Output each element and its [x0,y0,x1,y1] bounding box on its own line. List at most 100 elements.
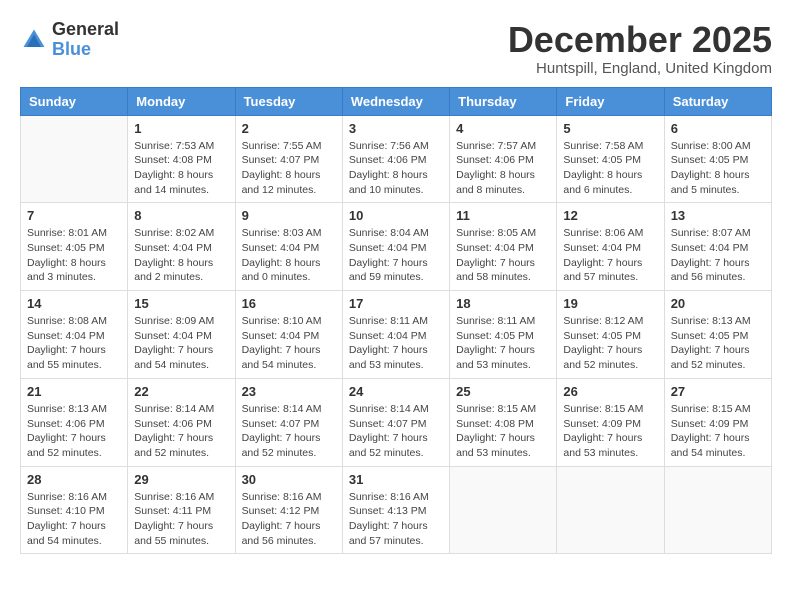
calendar-day-cell: 25 Sunrise: 8:15 AMSunset: 4:08 PMDayligh… [450,378,557,466]
day-number: 22 [134,384,228,399]
day-info: Sunrise: 8:09 AMSunset: 4:04 PMDaylight:… [134,314,228,373]
calendar-day-cell: 24 Sunrise: 8:14 AMSunset: 4:07 PMDayligh… [342,378,449,466]
day-number: 3 [349,121,443,136]
calendar-day-cell: 19 Sunrise: 8:12 AMSunset: 4:05 PMDayligh… [557,291,664,379]
calendar-day-cell: 21 Sunrise: 8:13 AMSunset: 4:06 PMDayligh… [21,378,128,466]
day-info: Sunrise: 8:14 AMSunset: 4:07 PMDaylight:… [349,402,443,461]
day-number: 28 [27,472,121,487]
day-number: 26 [563,384,657,399]
day-number: 5 [563,121,657,136]
day-info: Sunrise: 8:13 AMSunset: 4:06 PMDaylight:… [27,402,121,461]
day-number: 24 [349,384,443,399]
calendar-day-cell: 7Sunrise: 8:01 AMSunset: 4:05 PMDaylight… [21,203,128,291]
calendar-day-cell: 14 Sunrise: 8:08 AMSunset: 4:04 PMDayligh… [21,291,128,379]
calendar-day-cell: 2 Sunrise: 7:55 AMSunset: 4:07 PMDaylight… [235,115,342,203]
calendar-day-cell: 26 Sunrise: 8:15 AMSunset: 4:09 PMDayligh… [557,378,664,466]
day-info: Sunrise: 8:14 AMSunset: 4:07 PMDaylight:… [242,402,336,461]
day-number: 9 [242,208,336,223]
calendar-day-cell: 12 Sunrise: 8:06 AMSunset: 4:04 PMDayligh… [557,203,664,291]
day-number: 19 [563,296,657,311]
day-info: Sunrise: 8:16 AMSunset: 4:12 PMDaylight:… [242,490,336,549]
day-info: Sunrise: 8:11 AMSunset: 4:04 PMDaylight:… [349,314,443,373]
day-number: 4 [456,121,550,136]
day-number: 29 [134,472,228,487]
day-info: Sunrise: 7:56 AMSunset: 4:06 PMDaylight:… [349,139,443,198]
day-number: 25 [456,384,550,399]
column-header-friday: Friday [557,87,664,115]
day-info: Sunrise: 8:12 AMSunset: 4:05 PMDaylight:… [563,314,657,373]
calendar-day-cell: 11 Sunrise: 8:05 AMSunset: 4:04 PMDayligh… [450,203,557,291]
day-info: Sunrise: 8:16 AMSunset: 4:10 PMDaylight:… [27,490,121,549]
day-number: 16 [242,296,336,311]
calendar-day-cell: 31 Sunrise: 8:16 AMSunset: 4:13 PMDayligh… [342,466,449,554]
title-section: December 2025 Huntspill, England, United… [508,20,772,77]
calendar-day-cell: 10Sunrise: 8:04 AMSunset: 4:04 PMDayligh… [342,203,449,291]
calendar-day-cell: 20 Sunrise: 8:13 AMSunset: 4:05 PMDayligh… [664,291,771,379]
day-info: Sunrise: 8:10 AMSunset: 4:04 PMDaylight:… [242,314,336,373]
day-info: Sunrise: 8:00 AMSunset: 4:05 PMDaylight:… [671,139,765,198]
calendar-week-row: 14 Sunrise: 8:08 AMSunset: 4:04 PMDayligh… [21,291,772,379]
calendar-day-cell: 9Sunrise: 8:03 AMSunset: 4:04 PMDaylight… [235,203,342,291]
day-info: Sunrise: 8:06 AMSunset: 4:04 PMDaylight:… [563,226,657,285]
calendar-day-cell: 22Sunrise: 8:14 AMSunset: 4:06 PMDayligh… [128,378,235,466]
column-header-tuesday: Tuesday [235,87,342,115]
day-info: Sunrise: 7:55 AMSunset: 4:07 PMDaylight:… [242,139,336,198]
day-number: 6 [671,121,765,136]
day-info: Sunrise: 8:08 AMSunset: 4:04 PMDaylight:… [27,314,121,373]
day-number: 13 [671,208,765,223]
calendar-day-cell: 23Sunrise: 8:14 AMSunset: 4:07 PMDayligh… [235,378,342,466]
day-info: Sunrise: 8:16 AMSunset: 4:11 PMDaylight:… [134,490,228,549]
day-info: Sunrise: 8:11 AMSunset: 4:05 PMDaylight:… [456,314,550,373]
column-header-monday: Monday [128,87,235,115]
calendar-day-cell [21,115,128,203]
day-number: 8 [134,208,228,223]
day-number: 2 [242,121,336,136]
day-number: 21 [27,384,121,399]
column-header-saturday: Saturday [664,87,771,115]
calendar-day-cell: 1Sunrise: 7:53 AMSunset: 4:08 PMDaylight… [128,115,235,203]
calendar-day-cell: 17Sunrise: 8:11 AMSunset: 4:04 PMDayligh… [342,291,449,379]
calendar-day-cell: 15Sunrise: 8:09 AMSunset: 4:04 PMDayligh… [128,291,235,379]
column-header-sunday: Sunday [21,87,128,115]
calendar-day-cell: 3 Sunrise: 7:56 AMSunset: 4:06 PMDaylight… [342,115,449,203]
day-number: 11 [456,208,550,223]
logo-icon [20,26,48,54]
calendar-week-row: 28 Sunrise: 8:16 AMSunset: 4:10 PMDayligh… [21,466,772,554]
month-title: December 2025 [508,20,772,60]
day-info: Sunrise: 8:15 AMSunset: 4:08 PMDaylight:… [456,402,550,461]
calendar-day-cell: 28 Sunrise: 8:16 AMSunset: 4:10 PMDayligh… [21,466,128,554]
calendar-day-cell: 18 Sunrise: 8:11 AMSunset: 4:05 PMDayligh… [450,291,557,379]
calendar-day-cell: 27 Sunrise: 8:15 AMSunset: 4:09 PMDayligh… [664,378,771,466]
day-info: Sunrise: 8:01 AMSunset: 4:05 PMDaylight:… [27,226,121,285]
calendar-day-cell [450,466,557,554]
day-info: Sunrise: 7:58 AMSunset: 4:05 PMDaylight:… [563,139,657,198]
calendar-day-cell: 30 Sunrise: 8:16 AMSunset: 4:12 PMDayligh… [235,466,342,554]
day-info: Sunrise: 8:15 AMSunset: 4:09 PMDaylight:… [671,402,765,461]
logo-blue-text: Blue [52,40,119,60]
day-number: 20 [671,296,765,311]
day-info: Sunrise: 8:07 AMSunset: 4:04 PMDaylight:… [671,226,765,285]
day-number: 30 [242,472,336,487]
day-info: Sunrise: 8:05 AMSunset: 4:04 PMDaylight:… [456,226,550,285]
calendar-week-row: 7Sunrise: 8:01 AMSunset: 4:05 PMDaylight… [21,203,772,291]
day-info: Sunrise: 7:53 AMSunset: 4:08 PMDaylight:… [134,139,228,198]
day-number: 12 [563,208,657,223]
location-subtitle: Huntspill, England, United Kingdom [508,60,772,77]
day-info: Sunrise: 8:16 AMSunset: 4:13 PMDaylight:… [349,490,443,549]
day-info: Sunrise: 8:15 AMSunset: 4:09 PMDaylight:… [563,402,657,461]
day-number: 14 [27,296,121,311]
column-header-thursday: Thursday [450,87,557,115]
calendar-day-cell: 8 Sunrise: 8:02 AMSunset: 4:04 PMDaylight… [128,203,235,291]
calendar-week-row: 21 Sunrise: 8:13 AMSunset: 4:06 PMDayligh… [21,378,772,466]
calendar-day-cell: 5 Sunrise: 7:58 AMSunset: 4:05 PMDaylight… [557,115,664,203]
day-number: 18 [456,296,550,311]
day-info: Sunrise: 8:02 AMSunset: 4:04 PMDaylight:… [134,226,228,285]
calendar-day-cell: 16 Sunrise: 8:10 AMSunset: 4:04 PMDayligh… [235,291,342,379]
calendar-day-cell: 6 Sunrise: 8:00 AMSunset: 4:05 PMDaylight… [664,115,771,203]
column-header-wednesday: Wednesday [342,87,449,115]
day-number: 31 [349,472,443,487]
calendar-day-cell: 29 Sunrise: 8:16 AMSunset: 4:11 PMDayligh… [128,466,235,554]
day-number: 27 [671,384,765,399]
day-info: Sunrise: 8:13 AMSunset: 4:05 PMDaylight:… [671,314,765,373]
logo: General Blue [20,20,119,60]
